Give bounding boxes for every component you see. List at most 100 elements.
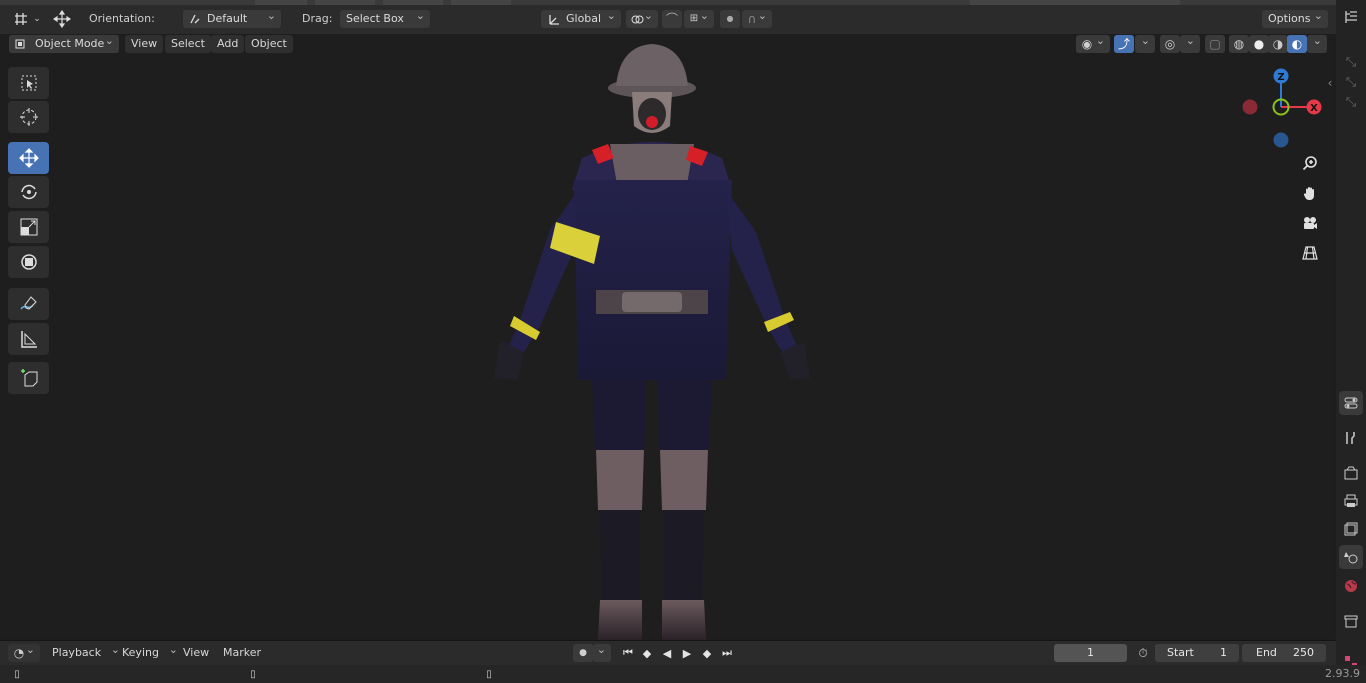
constraint-icon: ⤡: [1345, 94, 1357, 110]
wireframe-shading-button[interactable]: ◍: [1229, 35, 1249, 53]
add-cube-icon: [20, 369, 37, 387]
play-reverse-icon[interactable]: ◀: [658, 645, 676, 661]
version-label: 2.93.9: [1325, 667, 1360, 680]
falloff-curve-icon: ∩: [747, 12, 757, 26]
start-value: 1: [1220, 646, 1227, 659]
menu-keying[interactable]: Keying ⌄: [116, 643, 178, 662]
measure-tool[interactable]: [8, 323, 49, 355]
material-shading-button[interactable]: ◑: [1268, 35, 1288, 53]
orientation-label: Orientation:: [89, 12, 155, 25]
outliner-icon[interactable]: [1339, 5, 1363, 29]
record-icon: ●: [579, 648, 587, 658]
solid-sphere-icon: ●: [1253, 37, 1265, 51]
start-frame-field[interactable]: Start 1: [1155, 644, 1239, 662]
mode-value: Object Mode: [35, 37, 105, 50]
options-dropdown[interactable]: Options: [1262, 7, 1328, 28]
cursor-tool[interactable]: [8, 101, 49, 133]
visibility-dropdown[interactable]: ◉: [1076, 32, 1110, 53]
drag-label: Drag:: [302, 12, 333, 25]
jump-keyframe-forward-icon[interactable]: ◆: [698, 645, 716, 661]
overlays-dropdown[interactable]: [1180, 32, 1200, 53]
measure-icon: [20, 331, 37, 348]
gizmo-dropdown[interactable]: [1135, 32, 1155, 53]
menu-object[interactable]: Object: [245, 35, 293, 53]
falloff-dropdown[interactable]: ∩: [742, 7, 772, 28]
chevron-down-icon[interactable]: ⌄: [28, 10, 46, 28]
scale-tool[interactable]: [8, 211, 49, 243]
overlays-toggle[interactable]: ◎: [1160, 35, 1180, 53]
render-camera-icon[interactable]: [1339, 461, 1363, 485]
start-label: Start: [1167, 646, 1194, 659]
pivot-point-dropdown[interactable]: [626, 7, 658, 28]
play-icon[interactable]: ▶: [678, 645, 696, 661]
menu-select[interactable]: Select: [165, 35, 211, 53]
move-icon: [18, 148, 39, 168]
scene-selector[interactable]: [970, 0, 1180, 5]
collection-box-icon[interactable]: [1339, 609, 1363, 633]
current-frame-field[interactable]: 1: [1054, 644, 1127, 662]
scene-icon[interactable]: [1339, 545, 1363, 569]
transform-icon: [20, 254, 37, 270]
end-frame-field[interactable]: End 250: [1242, 644, 1326, 662]
jump-start-icon[interactable]: ⏮: [619, 645, 637, 661]
overlays-icon: ◎: [1164, 37, 1176, 51]
view-layer-icon[interactable]: [1339, 517, 1363, 541]
material-sphere-icon: ◑: [1272, 37, 1284, 51]
properties-editor-icon[interactable]: [1339, 391, 1363, 415]
clock-icon: ◔: [13, 646, 25, 660]
drag-dropdown[interactable]: Select Box: [340, 7, 430, 28]
transform-tool[interactable]: [8, 246, 49, 278]
workspace-tab[interactable]: [383, 0, 443, 5]
gizmo-toggle[interactable]: ⤴: [1114, 35, 1134, 53]
jump-keyframe-back-icon[interactable]: ◆: [638, 645, 656, 661]
jump-end-icon[interactable]: ⏭: [718, 645, 736, 661]
menu-marker[interactable]: Marker: [217, 644, 267, 662]
rendered-shading-button[interactable]: ◐: [1287, 35, 1307, 53]
sidebar-collapse-chevron-icon[interactable]: ‹: [1318, 71, 1342, 95]
3d-viewport[interactable]: [0, 34, 1334, 640]
move-tool[interactable]: [8, 142, 49, 174]
menu-view[interactable]: View: [125, 35, 164, 53]
select-box-tool[interactable]: [8, 67, 49, 99]
menu-timeline-view[interactable]: View: [177, 644, 215, 662]
firefighter-model[interactable]: [480, 40, 825, 640]
rendered-sphere-icon: ◐: [1291, 37, 1303, 51]
workspace-tab[interactable]: [255, 0, 307, 5]
grid-perspective-icon[interactable]: [1298, 241, 1322, 265]
drag-value: Select Box: [346, 12, 404, 25]
move-gizmo-icon[interactable]: [53, 10, 71, 28]
snap-target-dropdown[interactable]: ⊞: [684, 7, 714, 28]
solid-shading-button[interactable]: ●: [1249, 35, 1269, 53]
workspace-tab[interactable]: [315, 0, 375, 5]
snap-toggle[interactable]: ⌒: [662, 10, 682, 28]
workspace-tab[interactable]: [451, 0, 511, 5]
object-mode-icon: [11, 35, 29, 53]
gizmo-icon: ⤴: [1117, 37, 1130, 51]
timeline-editor-type-dropdown[interactable]: ◔: [8, 641, 40, 662]
menu-keying-label: Keying: [122, 646, 159, 659]
keying-options-dropdown[interactable]: [593, 641, 611, 662]
zoom-icon[interactable]: [1298, 151, 1322, 175]
status-bar: ▯ ▯ ▯ 2.93.9: [0, 665, 1366, 683]
shading-dropdown[interactable]: [1307, 32, 1327, 53]
stopwatch-icon[interactable]: ⏱: [1134, 644, 1152, 662]
xray-toggle[interactable]: ▢: [1205, 35, 1225, 53]
tool-settings-icon[interactable]: [1339, 426, 1363, 450]
camera-icon[interactable]: [1298, 211, 1322, 235]
navigation-gizmo[interactable]: Z X: [1240, 65, 1330, 155]
output-printer-icon[interactable]: [1339, 489, 1363, 513]
annotate-tool[interactable]: [8, 288, 49, 320]
menu-add[interactable]: Add: [211, 35, 245, 53]
xray-icon: ▢: [1209, 37, 1221, 51]
wireframe-icon: ◍: [1233, 37, 1245, 51]
proportional-editing-toggle[interactable]: ●: [720, 10, 740, 28]
proportional-icon: ●: [726, 14, 734, 23]
auto-keying-toggle[interactable]: ●: [573, 644, 593, 662]
world-icon[interactable]: [1339, 574, 1363, 598]
hand-pan-icon[interactable]: [1298, 181, 1322, 205]
add-cube-tool[interactable]: [8, 362, 49, 394]
menu-playback[interactable]: Playback ⌄: [46, 643, 120, 662]
mouse-left-icon: ▯: [14, 668, 20, 680]
rotate-tool[interactable]: [8, 176, 49, 208]
axis-icon: [545, 10, 563, 28]
